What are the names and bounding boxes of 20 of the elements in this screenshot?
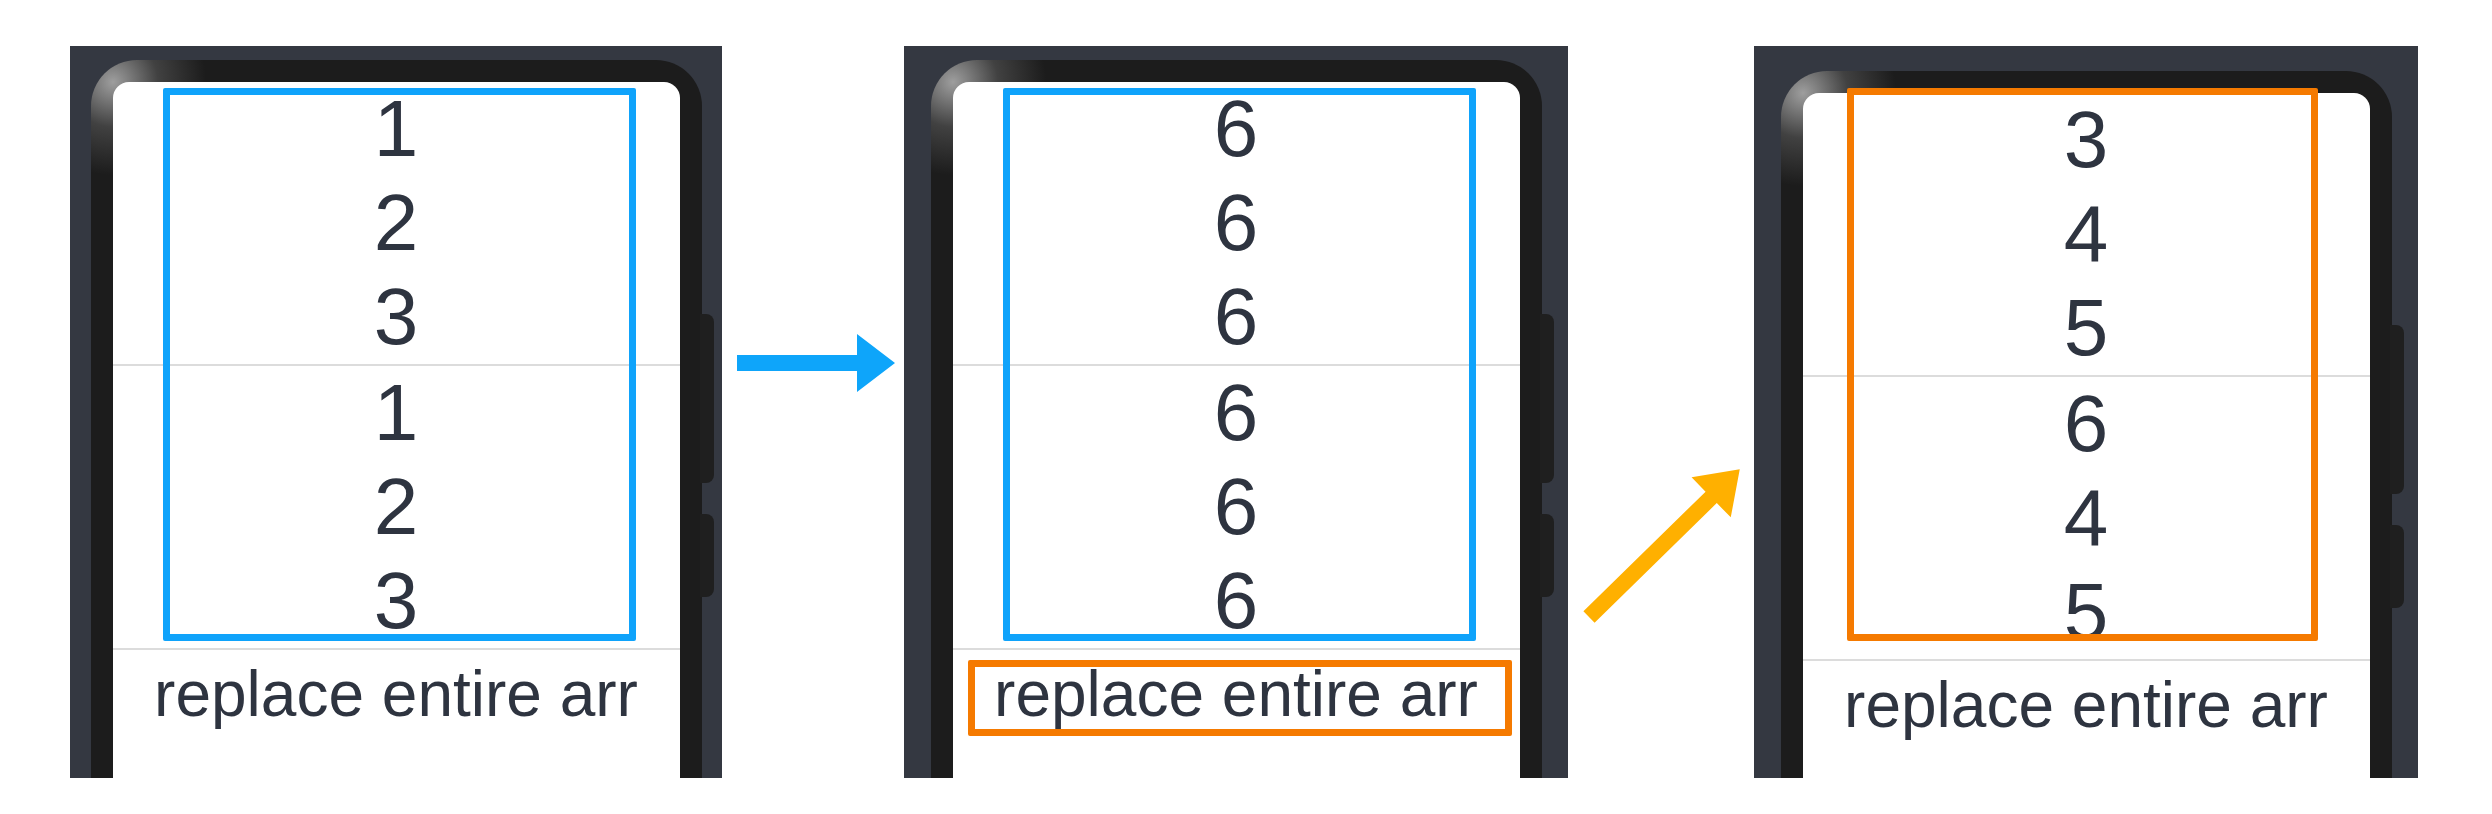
list-number: 4 — [2063, 472, 2109, 564]
list-number: 4 — [2063, 188, 2109, 280]
list-number: 1 — [373, 367, 419, 459]
list-number: 6 — [1213, 83, 1259, 175]
list-number: 1 — [373, 83, 419, 175]
list-number: 2 — [373, 461, 419, 553]
list-number: 3 — [373, 555, 419, 647]
replace-action[interactable]: replace entire arr — [994, 650, 1478, 738]
list-number: 5 — [2063, 282, 2109, 374]
list-number: 6 — [1213, 271, 1259, 363]
list-number: 6 — [1213, 367, 1259, 459]
list-number: 3 — [373, 271, 419, 363]
list-number: 6 — [1213, 461, 1259, 553]
list-number: 6 — [2063, 378, 2109, 470]
list-number: 3 — [2063, 94, 2109, 186]
list-number: 6 — [1213, 177, 1259, 269]
replace-action[interactable]: replace entire arr — [154, 650, 638, 738]
list-number: 2 — [373, 177, 419, 269]
list-number: 6 — [1213, 555, 1259, 647]
replace-action[interactable]: replace entire arr — [1844, 661, 2328, 749]
